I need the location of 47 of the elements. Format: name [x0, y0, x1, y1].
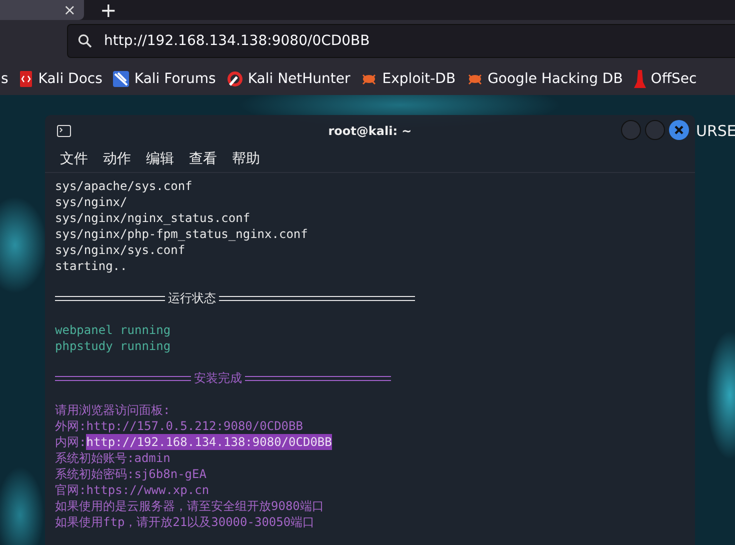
menu-item[interactable]: 帮助: [232, 150, 260, 168]
terminal-line: phpstudy running: [55, 338, 172, 354]
bookmark-link[interactable]: Kali Docs: [19, 70, 102, 86]
close-icon[interactable]: ×: [63, 2, 76, 18]
bookmark-link[interactable]: Exploit-DB: [361, 70, 456, 86]
terminal-icon: [57, 125, 71, 137]
terminal-line: 系统初始账号:admin: [55, 450, 170, 466]
search-icon: [78, 34, 92, 48]
terminal-line: 如果使用的是云服务器，请至安全组开放9080端口: [55, 498, 324, 514]
terminal-line: 如果使用ftp，请开放21以及30000-30050端口: [55, 514, 315, 530]
menu-item[interactable]: 编辑: [146, 150, 174, 168]
bookmark-link[interactable]: Kali Forums: [113, 70, 216, 86]
document-icon: [19, 70, 34, 86]
bookmark-link[interactable]: Kali NetHunter: [226, 70, 350, 86]
section-heading: 安装完成: [193, 370, 243, 386]
menu-item[interactable]: 文件: [60, 150, 88, 168]
url-text: http://192.168.134.138:9080/0CD0BB: [104, 33, 370, 49]
terminal-line: sys/nginx/: [55, 194, 128, 210]
terminal-line: webpanel running: [55, 322, 172, 338]
chat-icon: [113, 70, 130, 86]
browser-tab[interactable]: ×: [0, 0, 84, 20]
close-icon[interactable]: [669, 120, 689, 140]
flame-icon: [634, 70, 646, 88]
terminal-line: sys/nginx/sys.conf: [55, 242, 186, 258]
minimize-button[interactable]: [621, 120, 641, 140]
terminal-line: 官网:https://www.xp.cn: [55, 482, 210, 498]
bookmark-link[interactable]: s: [1, 70, 8, 86]
section-heading: 运行状态: [167, 290, 217, 306]
menu-item[interactable]: 动作: [103, 150, 131, 168]
terminal-line: starting..: [55, 258, 128, 274]
address-bar[interactable]: http://192.168.134.138:9080/0CD0BB: [67, 24, 735, 58]
terminal-line: 请用浏览器访问面板:: [55, 402, 170, 418]
selected-text: http://192.168.134.138:9080/0CD0BB: [86, 434, 332, 450]
bookmark-link[interactable]: Google Hacking DB: [466, 70, 623, 86]
terminal-line: sys/nginx/php-fpm_status_nginx.conf: [55, 226, 309, 242]
bookmark-link[interactable]: OffSec: [634, 70, 697, 88]
terminal-line: sys/apache/sys.conf: [55, 178, 194, 194]
terminal-line: sys/nginx/nginx_status.conf: [55, 210, 252, 226]
terminal-line: 外网:http://157.0.5.212:9080/0CD0BB: [55, 418, 303, 434]
terminal-line: 内网:: [55, 434, 86, 450]
menu-item[interactable]: 查看: [189, 150, 217, 168]
terminal-line: 系统初始密码:sj6b8n-gEA: [55, 466, 206, 482]
bug-icon: [466, 72, 483, 86]
ring-icon: [226, 70, 243, 86]
new-tab-button[interactable]: +: [100, 0, 117, 20]
bug-icon: [361, 72, 378, 86]
window-title: root@kali: ~: [328, 124, 412, 138]
